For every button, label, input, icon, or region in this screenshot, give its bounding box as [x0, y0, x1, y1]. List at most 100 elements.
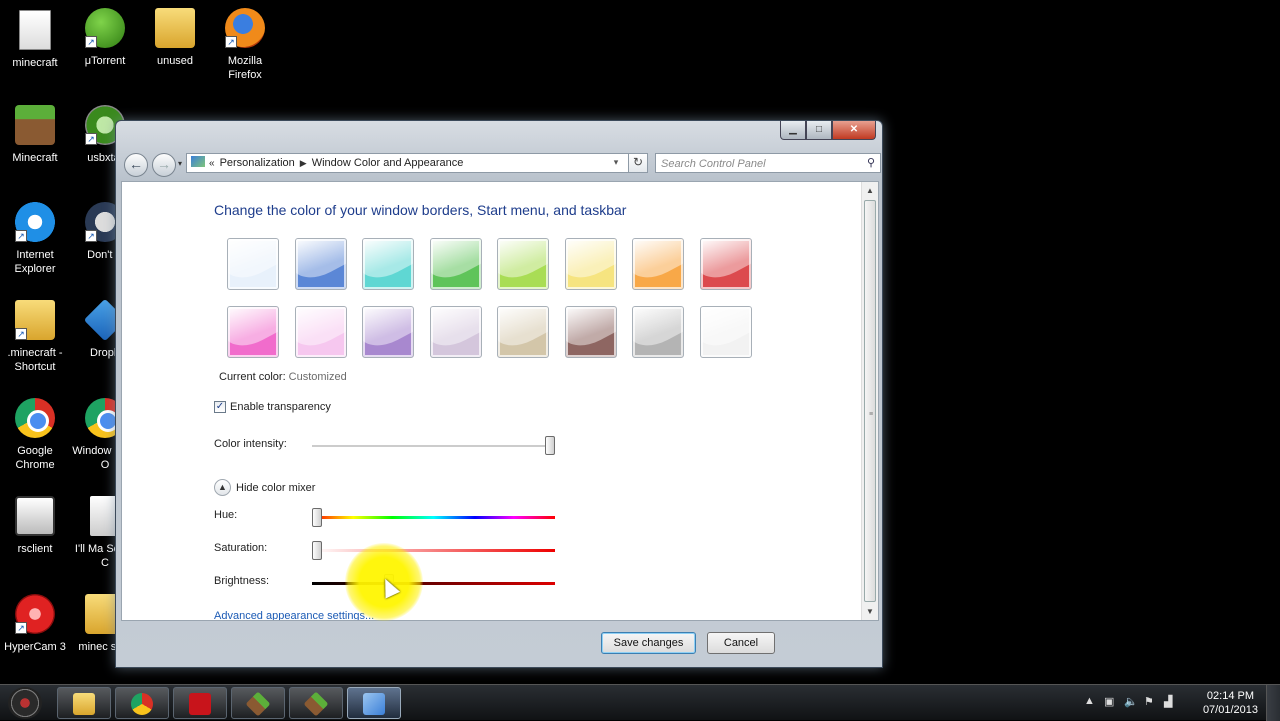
current-color-label: Current color: [219, 371, 286, 383]
color-swatch-tangerine[interactable] [632, 238, 684, 290]
search-box: ⚲ [655, 153, 881, 173]
minecraft-icon [245, 691, 271, 717]
breadcrumb-current[interactable]: Window Color and Appearance [312, 157, 464, 169]
clock-time: 02:14 PM [1206, 690, 1255, 702]
color-swatch-leaf[interactable] [429, 238, 482, 290]
taskbar-control-panel[interactable] [347, 687, 401, 719]
color-swatch-lavender[interactable] [429, 306, 482, 358]
shortcut-arrow-icon: ↗ [15, 328, 27, 340]
overflow-chevron-icon[interactable]: « [209, 158, 215, 169]
taskbar: ▲ ▣ 🔈 ⚑ ▟ 02:14 PM 07/01/2013 [0, 684, 1280, 721]
color-swatch-sky[interactable] [227, 238, 279, 290]
system-tray: ▲ ▣ 🔈 ⚑ ▟ 02:14 PM 07/01/2013 [1080, 685, 1280, 721]
taskbar-minecraft-server[interactable] [289, 687, 343, 719]
breadcrumb-personalization[interactable]: Personalization [220, 157, 295, 169]
color-swatch-frost[interactable] [699, 306, 752, 358]
brightness-track[interactable] [312, 582, 555, 585]
search-icon[interactable]: ⚲ [867, 156, 875, 169]
search-input[interactable] [656, 155, 856, 173]
desktop-icon-google-chrome[interactable]: Google Chrome [0, 398, 70, 472]
desktop-icon-unused[interactable]: unused [140, 8, 210, 68]
brightness-label: Brightness: [214, 575, 270, 587]
taskbar-adobe[interactable] [173, 687, 227, 719]
hue-label: Hue: [214, 509, 238, 521]
breadcrumb-separator-icon[interactable]: ▶ [300, 158, 307, 168]
utorrent-icon: ↗ [85, 8, 125, 48]
color-swatch-lime[interactable] [497, 238, 549, 290]
show-desktop-button[interactable] [1266, 685, 1280, 721]
network-icon[interactable]: ▟ [1164, 695, 1172, 708]
adobe-icon [189, 693, 211, 715]
scrollbar-thumb[interactable]: ≡ [864, 200, 876, 602]
hypercam-icon: ↗ [15, 594, 55, 634]
clock[interactable]: 02:14 PM 07/01/2013 [1203, 689, 1258, 717]
color-swatch-lemon[interactable] [564, 238, 617, 290]
forward-button[interactable]: → [152, 153, 176, 177]
back-button[interactable]: ← [124, 153, 148, 177]
color-swatch-violet[interactable] [362, 306, 414, 358]
color-swatch-fuchsia[interactable] [227, 306, 279, 358]
vertical-scrollbar[interactable]: ▲ ≡ ▼ [861, 182, 878, 620]
scroll-down-icon[interactable]: ▼ [862, 603, 878, 620]
color-intensity-label: Color intensity: [214, 438, 287, 450]
shortcut-arrow-icon: ↗ [85, 36, 97, 48]
color-intensity-track[interactable] [312, 445, 555, 447]
address-dropdown-icon[interactable]: ▾ [608, 153, 624, 171]
saturation-slider-thumb[interactable] [312, 541, 322, 560]
desktop-icon-rsclient[interactable]: rsclient [0, 496, 70, 556]
minimize-button[interactable]: ▁ [780, 121, 806, 140]
chrome-icon [15, 398, 55, 438]
show-hidden-icons-icon[interactable]: ▲ [1084, 695, 1095, 707]
desktop-icon-minecraft-jar[interactable]: minecraft [0, 10, 70, 70]
saturation-track[interactable] [312, 549, 555, 552]
hue-slider-thumb[interactable] [312, 508, 322, 527]
color-swatch-twilight[interactable] [294, 238, 347, 290]
desktop-icon-utorrent[interactable]: ↗ μTorrent [70, 8, 140, 68]
color-swatch-sea[interactable] [362, 238, 414, 290]
close-button[interactable]: ✕ [832, 121, 876, 140]
cancel-button[interactable]: Cancel [707, 632, 775, 654]
shortcut-arrow-icon: ↗ [15, 230, 27, 242]
device-icon[interactable]: ▣ [1104, 695, 1114, 708]
color-mixer-toggle[interactable]: ▲ Hide color mixer [214, 479, 315, 496]
caption-buttons: ▁ □ ✕ [780, 121, 876, 140]
address-bar[interactable]: « Personalization ▶ Window Color and Appear… [186, 153, 648, 173]
desktop-icon-minecraft[interactable]: Minecraft [0, 105, 70, 165]
page-title: Change the color of your window borders,… [214, 202, 627, 218]
ie-icon: ↗ [15, 202, 55, 242]
desktop-icon-hypercam[interactable]: ↗ HyperCam 3 [0, 594, 70, 654]
enable-transparency-label: Enable transparency [230, 401, 331, 413]
recent-pages-dropdown-icon[interactable]: ▾ [178, 159, 182, 168]
start-button[interactable] [8, 687, 42, 719]
color-swatch-ruby[interactable] [699, 238, 752, 290]
shortcut-arrow-icon: ↗ [225, 36, 237, 48]
enable-transparency-row[interactable]: ✓ Enable transparency [214, 401, 331, 413]
color-swatch-blush[interactable] [294, 306, 347, 358]
shortcut-arrow-icon: ↗ [85, 133, 97, 145]
hue-track[interactable] [312, 516, 555, 519]
color-swatch-taupe[interactable] [497, 306, 549, 358]
color-intensity-slider-thumb[interactable] [545, 436, 555, 455]
taskbar-chrome[interactable] [115, 687, 169, 719]
maximize-button[interactable]: □ [806, 121, 832, 140]
content-pane: Change the color of your window borders,… [121, 181, 879, 621]
refresh-button[interactable]: ↻ [628, 153, 648, 173]
current-color-value: Customized [288, 371, 347, 383]
chrome-icon [131, 693, 153, 715]
saturation-label: Saturation: [214, 542, 268, 554]
save-changes-button[interactable]: Save changes [601, 632, 696, 654]
volume-icon[interactable]: 🔈 [1124, 695, 1138, 708]
mixer-toggle-label: Hide color mixer [236, 481, 316, 494]
desktop-icon-internet-explorer[interactable]: ↗ Internet Explorer [0, 202, 70, 276]
color-swatch-slate[interactable] [632, 306, 684, 358]
enable-transparency-checkbox[interactable]: ✓ [214, 401, 226, 413]
desktop-icon-minecraft-shortcut[interactable]: ↗ .minecraft - Shortcut [0, 300, 70, 374]
desktop-icon-firefox[interactable]: ↗ Mozilla Firefox [210, 8, 280, 82]
advanced-appearance-link[interactable]: Advanced appearance settings... [214, 610, 374, 620]
taskbar-minecraft[interactable] [231, 687, 285, 719]
taskbar-explorer[interactable] [57, 687, 111, 719]
action-center-flag-icon[interactable]: ⚑ [1144, 695, 1154, 708]
scroll-up-icon[interactable]: ▲ [862, 182, 878, 199]
color-swatch-chocolate[interactable] [564, 306, 617, 358]
control-panel-icon [363, 693, 385, 715]
